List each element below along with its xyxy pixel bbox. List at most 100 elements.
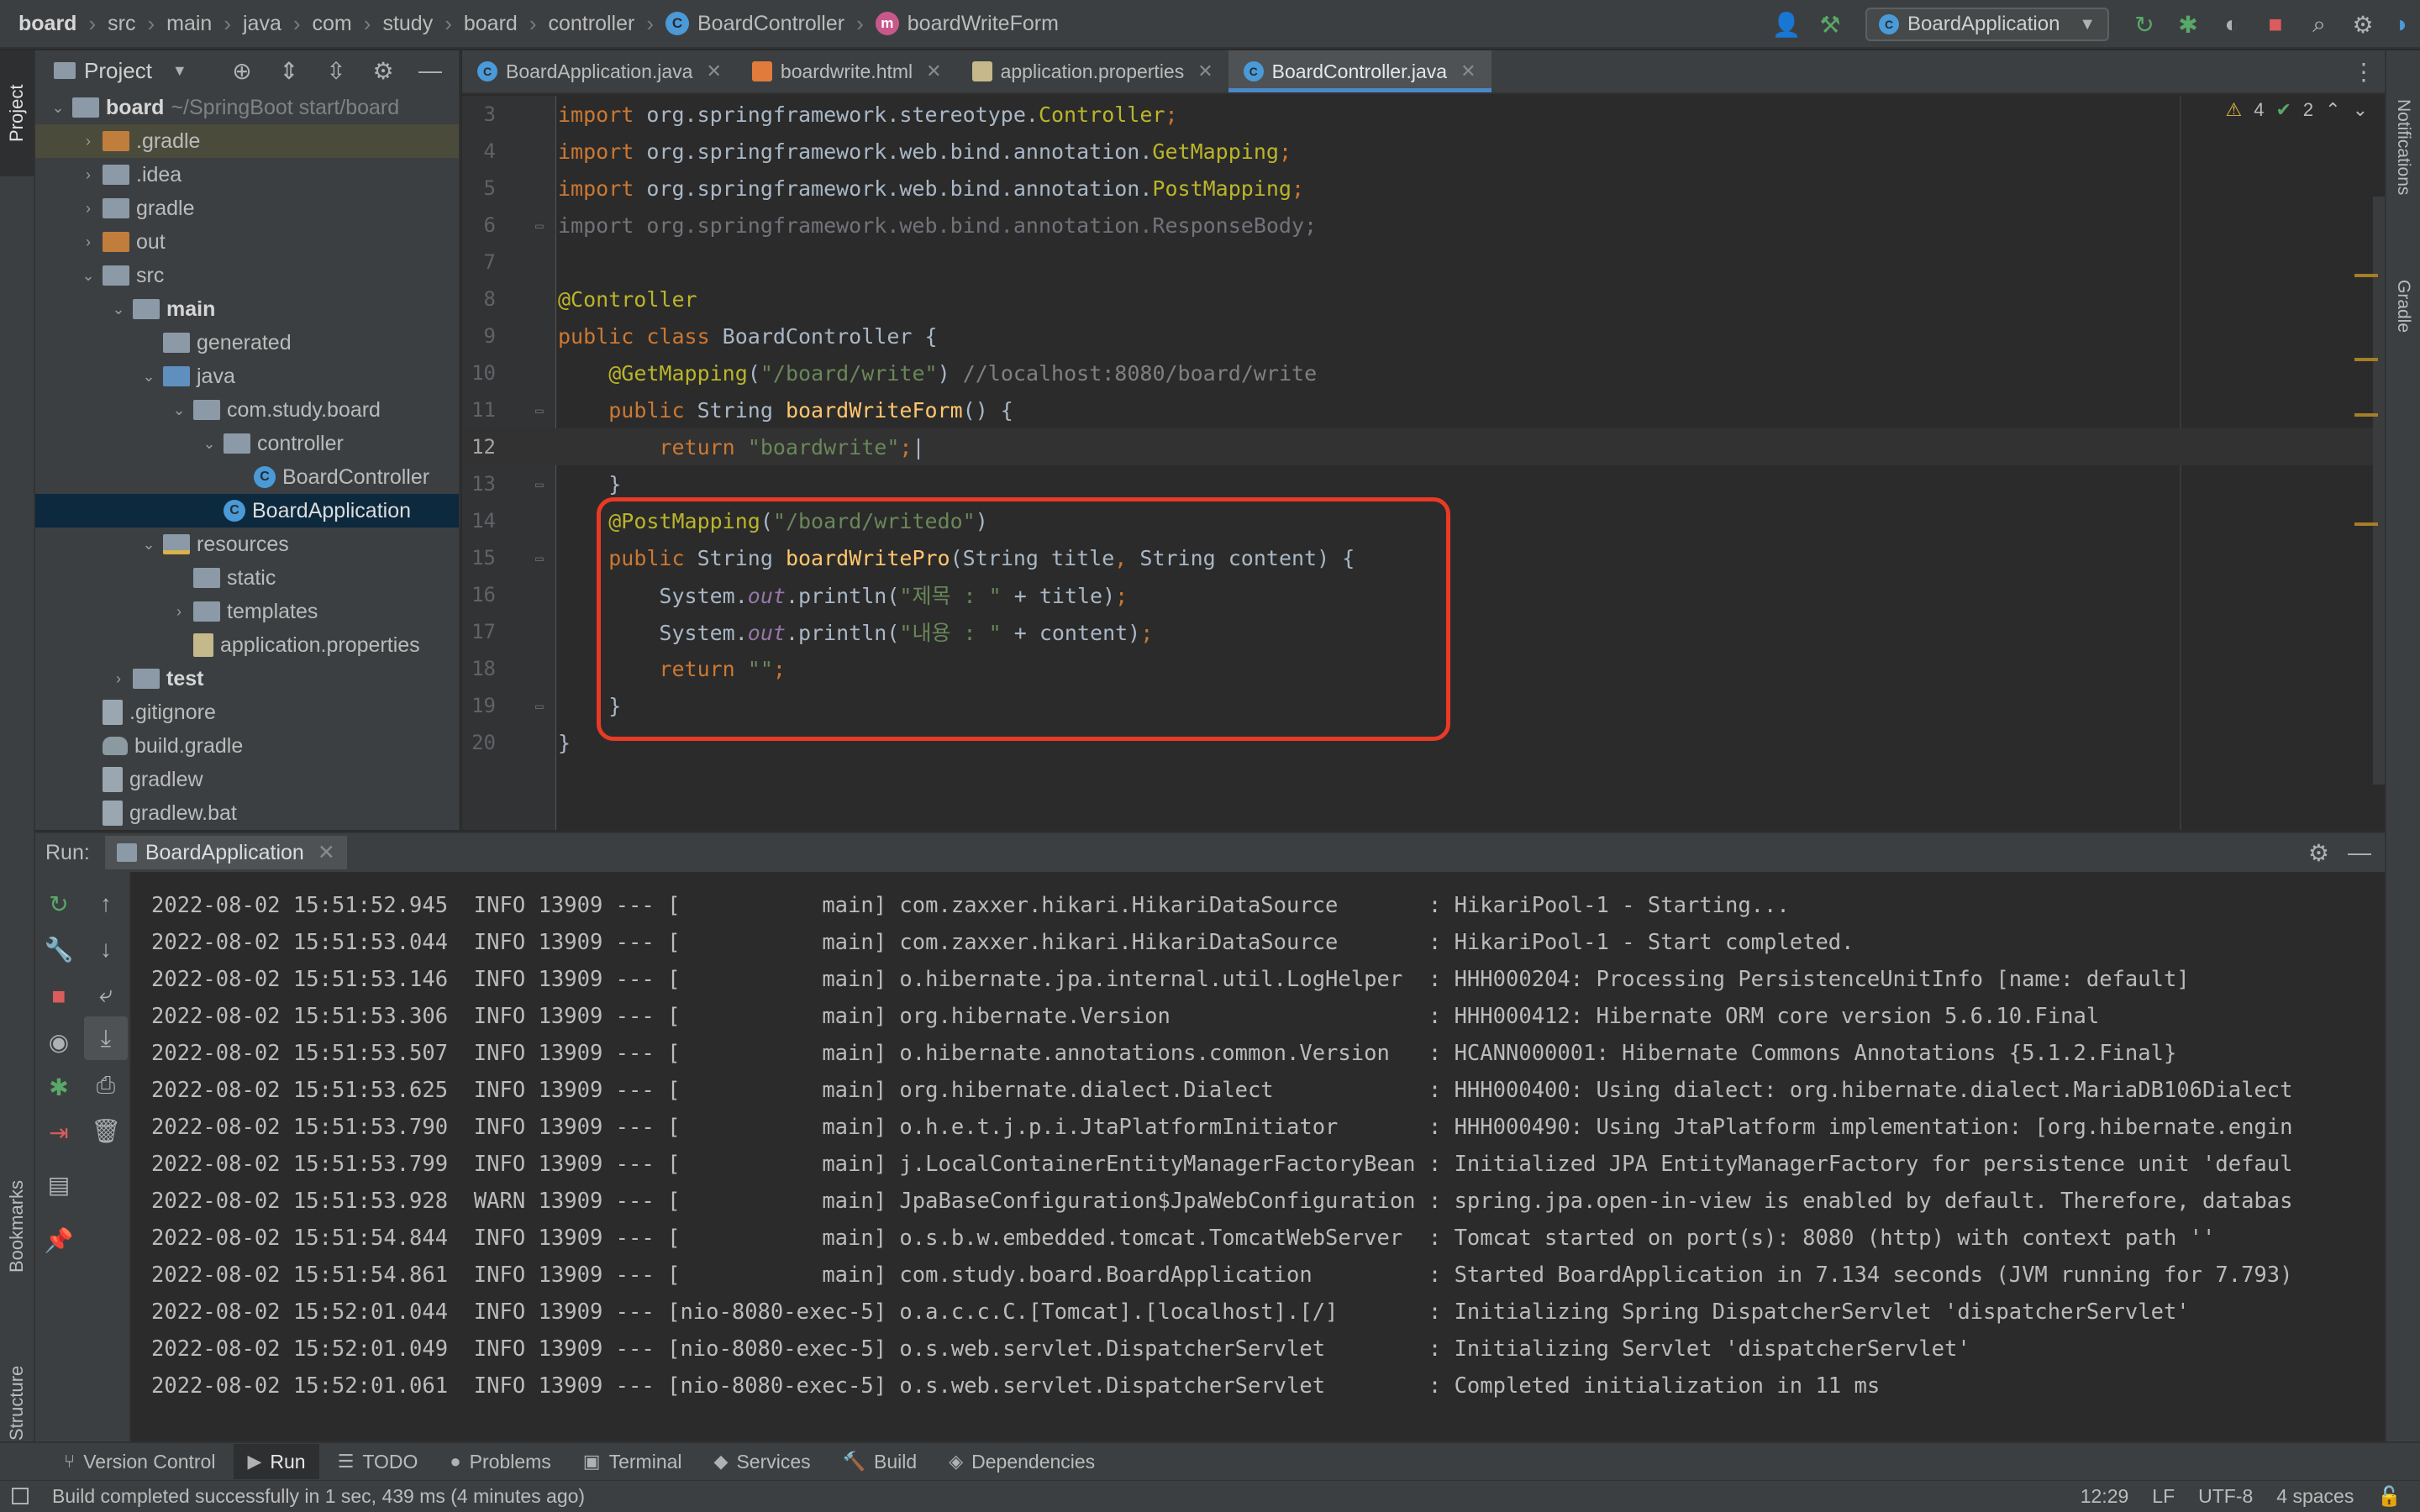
- code-line[interactable]: 7: [462, 244, 2385, 281]
- tab-bookmarks[interactable]: Bookmarks: [0, 1142, 34, 1310]
- code-line[interactable]: 8 @Controller: [462, 281, 2385, 318]
- toolwindow-dependencies[interactable]: ◈ Dependencies: [935, 1444, 1108, 1479]
- close-icon[interactable]: ✕: [318, 840, 335, 865]
- tree-item[interactable]: › templates: [35, 595, 459, 628]
- editor-tab[interactable]: application.properties ✕: [957, 50, 1228, 92]
- chevron-right-icon[interactable]: ›: [108, 670, 129, 688]
- collapse-all-icon[interactable]: ⇳: [314, 57, 358, 85]
- search-icon[interactable]: ⌕: [2297, 0, 2341, 49]
- fold-icon[interactable]: ▭: [529, 550, 550, 566]
- status-square-icon[interactable]: [12, 1488, 29, 1504]
- pin-icon[interactable]: 📌: [37, 1218, 81, 1262]
- tree-item[interactable]: ⌄ main: [35, 292, 459, 326]
- code-line[interactable]: 6 ▭ import org.springframework.web.bind.an…: [462, 207, 2385, 244]
- toolwindow-services[interactable]: ◆ Services: [701, 1444, 824, 1479]
- tree-item[interactable]: static: [35, 561, 459, 595]
- line-separator[interactable]: LF: [2152, 1485, 2175, 1508]
- soft-wrap-icon[interactable]: ⤶: [84, 973, 128, 1016]
- code-line[interactable]: 11 ▭ public String boardWriteForm() {: [462, 391, 2385, 428]
- indent-setting[interactable]: 4 spaces: [2276, 1485, 2354, 1508]
- fold-icon[interactable]: ▭: [529, 698, 550, 714]
- chevron-right-icon[interactable]: ›: [77, 200, 99, 218]
- editor-scrollbar[interactable]: [2373, 197, 2385, 785]
- chevron-down-icon[interactable]: ▼: [172, 62, 187, 80]
- toolwindow-todo[interactable]: ☰ TODO: [324, 1444, 432, 1479]
- toolwindow-build[interactable]: 🔨 Build: [829, 1444, 931, 1479]
- tree-item[interactable]: ⌄ java: [35, 360, 459, 393]
- chevron-up-icon[interactable]: ⌃: [2325, 99, 2340, 121]
- breadcrumb-item[interactable]: C BoardController: [666, 12, 844, 36]
- tree-item[interactable]: .gitignore: [35, 696, 459, 729]
- tree-item[interactable]: build.gradle: [35, 729, 459, 763]
- stop-icon[interactable]: ■: [2254, 0, 2297, 49]
- status-message[interactable]: Build completed successfully in 1 sec, 4…: [0, 1485, 585, 1508]
- fold-icon[interactable]: ▭: [529, 402, 550, 418]
- tree-item[interactable]: generated: [35, 326, 459, 360]
- tree-item[interactable]: gradlew.bat: [35, 796, 459, 830]
- code-line[interactable]: 12 return "boardwrite";|: [462, 428, 2385, 465]
- gear-icon[interactable]: ⚙: [361, 57, 405, 85]
- tree-item[interactable]: application.properties: [35, 628, 459, 662]
- breadcrumb-item[interactable]: board: [464, 12, 518, 36]
- exit-icon[interactable]: ⇥: [37, 1110, 81, 1154]
- tree-item[interactable]: ⌄ board ~/SpringBoot start/board: [35, 91, 459, 124]
- run-tab[interactable]: BoardApplication ✕: [104, 836, 347, 869]
- chevron-down-icon[interactable]: ⌄: [108, 301, 129, 318]
- breadcrumb-item[interactable]: com: [313, 12, 352, 36]
- code-line[interactable]: 10 @GetMapping("/board/write") //localho…: [462, 354, 2385, 391]
- breadcrumb-item[interactable]: src: [108, 12, 135, 36]
- hammer-icon[interactable]: ⚒: [1808, 0, 1852, 49]
- camera-icon[interactable]: ◉: [37, 1020, 81, 1063]
- breadcrumb-item[interactable]: main: [166, 12, 212, 36]
- code-line[interactable]: 9 public class BoardController {: [462, 318, 2385, 354]
- code-line[interactable]: 5 import org.springframework.web.bind.ann…: [462, 170, 2385, 207]
- chevron-down-icon[interactable]: ⌄: [138, 536, 160, 554]
- coverage-icon[interactable]: ◐: [2210, 0, 2254, 49]
- inspection-widget[interactable]: ⚠ 4 ✔ 2 ⌃ ⌄: [2225, 99, 2368, 121]
- arrow-up-icon[interactable]: ↑: [84, 882, 128, 926]
- user-icon[interactable]: 👤: [1765, 0, 1808, 49]
- print-icon[interactable]: ⎙: [84, 1063, 128, 1107]
- caret-position[interactable]: 12:29: [2081, 1485, 2129, 1508]
- toolwindow-version-control[interactable]: ⑂ Version Control: [50, 1444, 229, 1479]
- breadcrumb-item[interactable]: m boardWriteForm: [875, 12, 1059, 36]
- arrow-down-icon[interactable]: ↓: [84, 927, 128, 971]
- debug-icon[interactable]: ✱: [37, 1065, 81, 1109]
- gear-icon[interactable]: ⚙: [2341, 0, 2385, 49]
- chevron-down-icon[interactable]: ⌄: [168, 402, 190, 419]
- rerun-icon[interactable]: ↻: [2123, 0, 2166, 49]
- close-icon[interactable]: ✕: [706, 60, 721, 82]
- chevron-right-icon[interactable]: ›: [77, 133, 99, 150]
- fold-icon[interactable]: ▭: [529, 218, 550, 234]
- chevron-down-icon[interactable]: ⌄: [198, 435, 220, 453]
- hide-icon[interactable]: —: [408, 57, 452, 85]
- bug-icon[interactable]: ✱: [2166, 0, 2210, 49]
- tree-item[interactable]: C BoardController: [35, 460, 459, 494]
- ide-logo-icon[interactable]: ◗: [2385, 0, 2420, 49]
- tab-gradle[interactable]: Gradle: [2386, 244, 2420, 370]
- scroll-to-end-icon[interactable]: ⤓: [84, 1016, 128, 1060]
- chevron-right-icon[interactable]: ›: [168, 603, 190, 621]
- toolwindow-run[interactable]: ▶ Run: [234, 1444, 319, 1479]
- project-title[interactable]: Project: [84, 58, 152, 84]
- chevron-right-icon[interactable]: ›: [77, 166, 99, 184]
- expand-all-icon[interactable]: ⇕: [267, 57, 311, 85]
- tree-item[interactable]: gradlew: [35, 763, 459, 796]
- chevron-down-icon[interactable]: ⌄: [47, 99, 69, 117]
- close-icon[interactable]: ✕: [926, 60, 941, 82]
- hide-icon[interactable]: —: [2348, 839, 2371, 867]
- chevron-down-icon[interactable]: ⌄: [138, 368, 160, 386]
- locate-icon[interactable]: ⊕: [220, 57, 264, 85]
- tree-item[interactable]: › out: [35, 225, 459, 259]
- stop-icon[interactable]: ■: [37, 974, 81, 1018]
- code-line[interactable]: 3 import org.springframework.stereotype.C…: [462, 96, 2385, 133]
- lock-icon[interactable]: 🔓: [2377, 1485, 2402, 1508]
- file-encoding[interactable]: UTF-8: [2198, 1485, 2253, 1508]
- breadcrumb-item[interactable]: controller: [549, 12, 635, 36]
- chevron-right-icon[interactable]: ›: [77, 234, 99, 251]
- tree-item[interactable]: › test: [35, 662, 459, 696]
- console-output[interactable]: 2022-08-02 15:51:52.945 INFO 13909 --- […: [133, 872, 2385, 1441]
- more-icon[interactable]: ⋮: [2343, 50, 2385, 92]
- tree-item[interactable]: ⌄ controller: [35, 427, 459, 460]
- editor-tab[interactable]: boardwrite.html ✕: [737, 50, 957, 92]
